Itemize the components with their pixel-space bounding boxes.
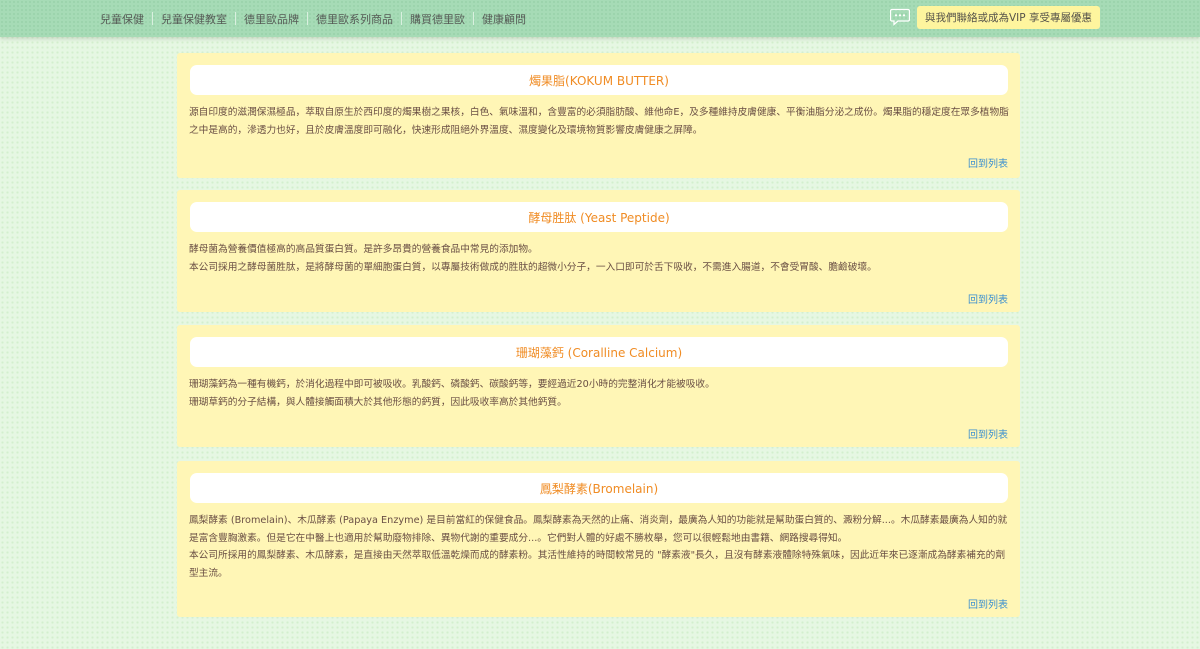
ingredient-card-coralline-calcium: 珊瑚藻鈣 (Coralline Calcium) 珊瑚藻鈣為一種有機鈣，於消化過… (177, 325, 1020, 447)
nav-link-health-advisor[interactable]: 健康顧問 (474, 11, 534, 27)
nav-link-kids-health[interactable]: 兒童保健 (92, 11, 152, 27)
nav-links: 兒童保健 兒童保健教室 德里歐品牌 德里歐系列商品 購買德里歐 健康顧問 (92, 0, 534, 37)
vip-contact-button[interactable]: 與我們聯絡或成為VIP 享受專屬優惠 (917, 6, 1100, 29)
card-title: 鳳梨酵素(Bromelain) (190, 473, 1008, 503)
card-paragraph: 酵母菌為營養價值極高的高品質蛋白質。是許多昂貴的營養食品中常見的添加物。 (189, 244, 538, 255)
card-paragraph: 本公司採用之酵母菌胜肽，是將酵母菌的單細胞蛋白質，以專屬技術做成的胜肽的超微小分… (189, 261, 877, 273)
card-description: 酵母菌為營養價值極高的高品質蛋白質。是許多昂貴的營養食品中常見的添加物。 本公司… (189, 241, 1011, 276)
card-title: 珊瑚藻鈣 (Coralline Calcium) (190, 337, 1008, 367)
card-paragraph: 鳳梨酵素 (Bromelain)、木瓜酵素 (Papaya Enzyme) 是目… (189, 515, 1008, 544)
nav-link-products[interactable]: 德里歐系列商品 (308, 11, 401, 27)
card-paragraph: 珊瑚藻鈣為一種有機鈣，於消化過程中即可被吸收。乳酸鈣、磷酸鈣、碳酸鈣等，要經過近… (189, 379, 715, 390)
card-description: 鳳梨酵素 (Bromelain)、木瓜酵素 (Papaya Enzyme) 是目… (189, 512, 1011, 582)
card-description: 珊瑚藻鈣為一種有機鈣，於消化過程中即可被吸收。乳酸鈣、磷酸鈣、碳酸鈣等，要經過近… (189, 376, 1011, 411)
card-paragraph: 珊瑚草鈣的分子結構，與人體接觸面積大於其他形態的鈣質，因此吸收率高於其他鈣質。 (189, 396, 567, 408)
nav-link-buy[interactable]: 購買德里歐 (402, 11, 473, 27)
back-to-list-link[interactable]: 回到列表 (968, 426, 1008, 441)
nav-link-kids-health-class[interactable]: 兒童保健教室 (153, 11, 235, 27)
ingredient-card-bromelain: 鳳梨酵素(Bromelain) 鳳梨酵素 (Bromelain)、木瓜酵素 (P… (177, 461, 1020, 617)
card-description: 源自印度的滋潤保濕極品，萃取自原生於西印度的燭果樹之果核，白色、氣味溫和，含豐富… (189, 104, 1011, 139)
chat-bubble-icon[interactable] (890, 8, 910, 26)
top-navbar: 兒童保健 兒童保健教室 德里歐品牌 德里歐系列商品 購買德里歐 健康顧問 與我們… (0, 0, 1200, 37)
ingredient-card-kokum: 燭果脂(KOKUM BUTTER) 源自印度的滋潤保濕極品，萃取自原生於西印度的… (177, 53, 1020, 178)
card-paragraph: 本公司所採用的鳳梨酵素、木瓜酵素，是直接由天然萃取低溫乾燥而成的酵素粉。其活性維… (189, 550, 1006, 579)
back-to-list-link[interactable]: 回到列表 (968, 596, 1008, 611)
card-title: 燭果脂(KOKUM BUTTER) (190, 65, 1008, 95)
card-paragraph: 源自印度的滋潤保濕極品，萃取自原生於西印度的燭果樹之果核，白色、氣味溫和，含豐富… (189, 107, 1009, 136)
ingredient-card-yeast-peptide: 酵母胜肽 (Yeast Peptide) 酵母菌為營養價值極高的高品質蛋白質。是… (177, 190, 1020, 312)
card-title: 酵母胜肽 (Yeast Peptide) (190, 202, 1008, 232)
nav-link-brand[interactable]: 德里歐品牌 (236, 11, 307, 27)
back-to-list-link[interactable]: 回到列表 (968, 155, 1008, 170)
back-to-list-link[interactable]: 回到列表 (968, 291, 1008, 306)
